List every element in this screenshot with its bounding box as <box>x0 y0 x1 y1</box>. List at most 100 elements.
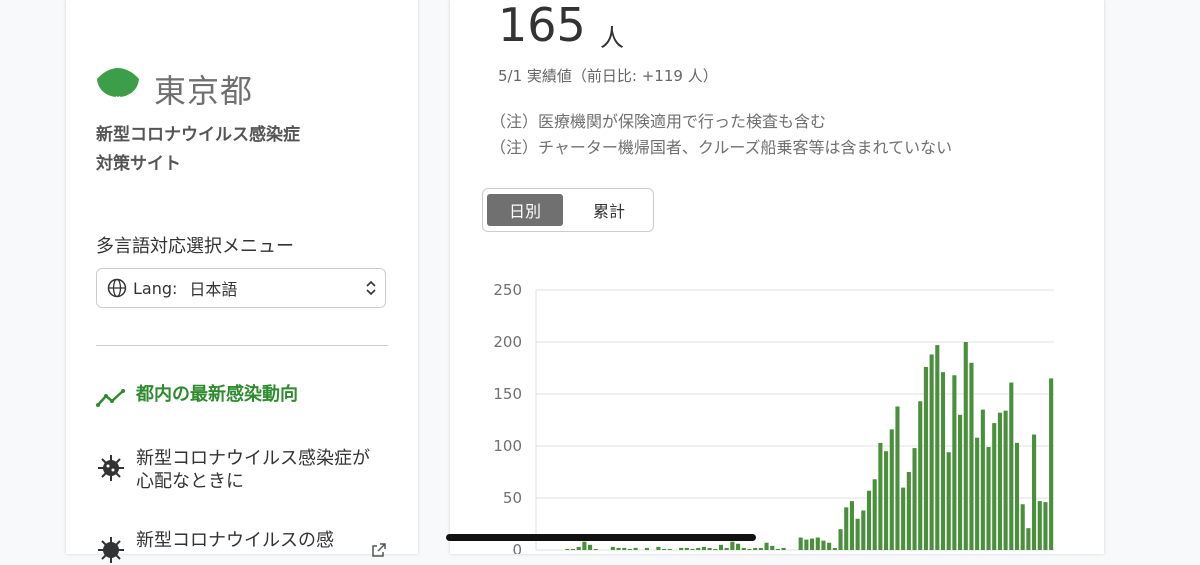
bar-day-33[interactable] <box>718 544 724 550</box>
bar-day-57[interactable] <box>855 518 860 550</box>
bar-day-11[interactable] <box>593 548 598 550</box>
bar-day-40[interactable] <box>758 547 763 550</box>
bar-day-82[interactable] <box>997 412 1002 550</box>
bar-day-71[interactable] <box>935 345 940 550</box>
bar-day-64[interactable] <box>895 406 900 550</box>
nav-label-latest-trends: 都内の最新感染動向 <box>136 384 298 405</box>
bar-day-34[interactable] <box>724 547 729 550</box>
y-tick-label-3: 150 <box>493 385 522 403</box>
bar-day-67[interactable] <box>912 448 917 550</box>
bar-day-39[interactable] <box>753 547 758 550</box>
bar-day-16[interactable] <box>622 547 627 550</box>
bar-day-76[interactable] <box>963 342 968 550</box>
bar-day-51[interactable] <box>821 540 826 550</box>
bar-day-52[interactable] <box>827 542 832 550</box>
nav-item-latest-trends[interactable]: 都内の最新感染動向 <box>96 383 386 413</box>
bar-day-69[interactable] <box>923 366 928 550</box>
bar-day-66[interactable] <box>906 472 911 550</box>
bar-day-84[interactable] <box>1009 382 1014 550</box>
bar-day-86[interactable] <box>1020 504 1025 550</box>
bar-day-75[interactable] <box>958 414 963 550</box>
bar-day-32[interactable] <box>713 548 718 550</box>
bar-day-48[interactable] <box>804 539 809 550</box>
bar-day-20[interactable] <box>644 547 650 550</box>
nav-item-coronavirus-info[interactable]: 新型コロナウイルスの感 <box>96 529 386 565</box>
bar-day-88[interactable] <box>1032 434 1037 550</box>
bar-day-60[interactable] <box>872 479 877 550</box>
toggle-cumulative-button[interactable]: 累計 <box>571 194 647 226</box>
bar-day-29[interactable] <box>696 547 701 550</box>
bar-day-77[interactable] <box>969 362 974 550</box>
bar-day-22[interactable] <box>656 546 661 550</box>
note-excluded: （注）チャーター機帰国者、クルーズ船乗客等は含まれていない <box>490 138 953 157</box>
bar-day-47[interactable] <box>798 537 803 550</box>
bar-day-27[interactable] <box>684 547 689 550</box>
bar-day-14[interactable] <box>610 546 615 550</box>
bar-day-59[interactable] <box>866 490 872 550</box>
bar-day-85[interactable] <box>1014 442 1020 550</box>
bar-day-43[interactable] <box>775 548 780 550</box>
horizontal-scrollbar[interactable] <box>446 534 756 541</box>
bar-day-54[interactable] <box>838 529 843 550</box>
bar-day-26[interactable] <box>679 547 684 550</box>
bar-day-41[interactable] <box>764 542 769 550</box>
bar-day-10[interactable] <box>588 544 593 550</box>
bar-day-23[interactable] <box>662 548 667 550</box>
bar-day-90[interactable] <box>1043 502 1048 550</box>
bar-day-31[interactable] <box>707 547 712 550</box>
y-tick-label-1: 50 <box>503 489 522 507</box>
bar-day-87[interactable] <box>1026 528 1031 550</box>
bar-day-7[interactable] <box>570 548 576 550</box>
bar-day-8[interactable] <box>576 546 581 550</box>
bar-day-79[interactable] <box>980 409 985 550</box>
bar-day-62[interactable] <box>884 451 889 550</box>
bar-day-6[interactable] <box>565 548 570 550</box>
bar-day-42[interactable] <box>770 545 775 550</box>
virus-icon <box>98 455 124 481</box>
bar-day-72[interactable] <box>940 372 946 550</box>
bar-day-38[interactable] <box>747 548 752 550</box>
bar-day-24[interactable] <box>667 548 672 550</box>
site-title: 新型コロナウイルス感染症 対策サイト <box>96 121 300 179</box>
bar-day-70[interactable] <box>929 354 934 550</box>
bar-day-91[interactable] <box>1049 378 1054 550</box>
bar-day-78[interactable] <box>975 437 980 550</box>
bar-day-44[interactable] <box>781 547 786 550</box>
note-insurance: （注）医療機関が保険適用で行った検査も含む <box>490 112 827 131</box>
bar-day-35[interactable] <box>730 541 735 550</box>
bar-day-36[interactable] <box>736 543 741 550</box>
y-tick-label-0: 0 <box>512 541 522 554</box>
toggle-daily-button[interactable]: 日別 <box>487 194 563 226</box>
tokyo-logo[interactable]: 東京都 <box>96 66 253 112</box>
nav-item-when-worried[interactable]: 新型コロナウイルス感染症が心配なときに <box>96 447 386 493</box>
bar-day-30[interactable] <box>701 546 706 550</box>
bar-day-83[interactable] <box>1003 410 1008 550</box>
bar-day-17[interactable] <box>627 548 632 550</box>
y-tick-label-4: 200 <box>493 333 522 351</box>
bar-day-49[interactable] <box>810 538 815 550</box>
bar-day-61[interactable] <box>878 442 883 550</box>
language-select[interactable]: Lang: 日本語 <box>96 268 386 308</box>
bar-day-74[interactable] <box>952 375 957 550</box>
bar-day-9[interactable] <box>582 541 587 550</box>
bar-day-63[interactable] <box>889 429 894 550</box>
bar-day-81[interactable] <box>992 423 997 550</box>
external-link-icon <box>372 543 386 557</box>
bar-day-53[interactable] <box>832 547 837 550</box>
bar-day-15[interactable] <box>616 547 621 550</box>
bar-day-58[interactable] <box>861 510 866 550</box>
bar-day-56[interactable] <box>849 501 854 550</box>
bar-day-89[interactable] <box>1037 501 1042 550</box>
bar-day-28[interactable] <box>690 548 695 550</box>
bar-day-80[interactable] <box>986 447 991 550</box>
bar-day-68[interactable] <box>918 401 923 550</box>
bar-day-37[interactable] <box>741 547 746 550</box>
y-tick-label-2: 100 <box>493 437 522 455</box>
nav-label-when-worried: 新型コロナウイルス感染症が心配なときに <box>136 448 370 492</box>
bar-day-65[interactable] <box>901 487 906 550</box>
bar-day-55[interactable] <box>844 507 849 550</box>
bar-day-18[interactable] <box>633 547 638 550</box>
sidebar-divider <box>96 345 388 346</box>
bar-day-50[interactable] <box>815 537 820 550</box>
bar-day-73[interactable] <box>946 452 951 550</box>
